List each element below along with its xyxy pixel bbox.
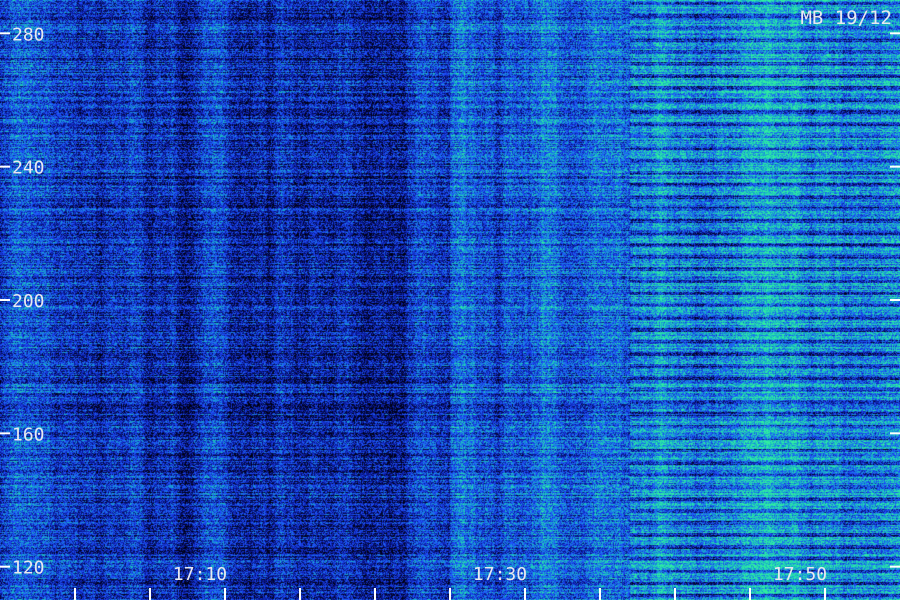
y-axis-right	[890, 32, 900, 568]
y-tick-label: 240	[12, 158, 45, 179]
x-tick-label: 17:10	[173, 564, 227, 585]
x-axis: 17:10 17:30 17:50	[74, 564, 827, 600]
chart-overlay: MB 19/12 280 240 200 160 120 17:10 17:30 17:50	[0, 7, 900, 600]
x-tick-label: 17:50	[773, 564, 827, 585]
y-axis: 280 240 200 160 120	[0, 24, 45, 579]
chart-title: MB 19/12	[800, 7, 892, 29]
spectrogram-view: MB 19/12 280 240 200 160 120 17:10 17:30 17:50	[0, 0, 900, 600]
y-tick-label: 200	[12, 291, 45, 312]
y-tick-label: 120	[12, 558, 45, 579]
x-tick-label: 17:30	[473, 564, 527, 585]
y-tick-label: 160	[12, 424, 45, 445]
y-tick-label: 280	[12, 24, 45, 45]
